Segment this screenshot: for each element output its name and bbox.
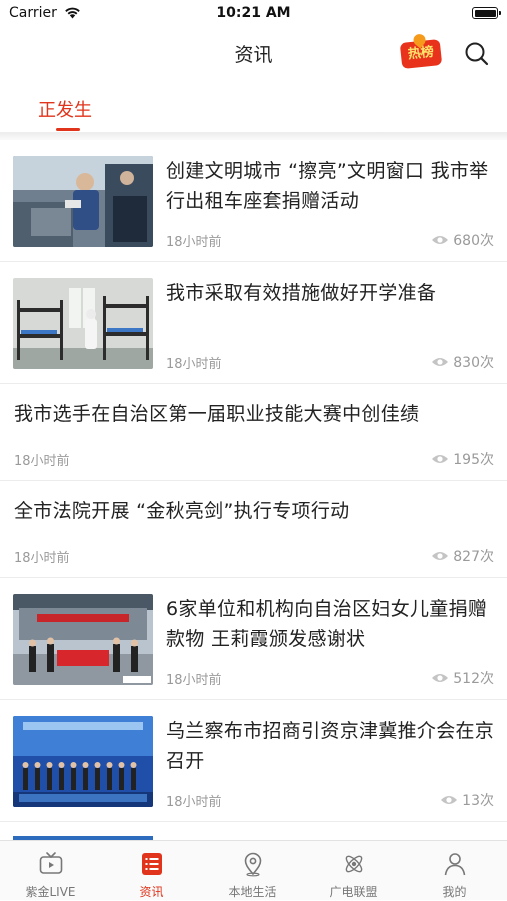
eye-icon (432, 455, 449, 463)
tab-indicator (56, 128, 80, 131)
status-time: 10:21 AM (216, 5, 291, 21)
news-title: 我市采取有效措施做好开学准备 (166, 282, 437, 304)
news-title: 创建文明城市 “擦亮”文明窗口 我市举行出租车座套捐赠活动 (166, 160, 489, 212)
news-time: 18小时前 (166, 673, 222, 688)
tab-label: 资讯 (139, 885, 164, 899)
news-item[interactable]: 乌兰察布市招商引资京津冀推介会在京召开 18小时前 13次 (0, 700, 507, 822)
tab-local-life[interactable]: 本地生活 (202, 841, 303, 901)
news-views-count: 830次 (453, 355, 494, 371)
news-title: 全市法院开展 “金秋亮剑”执行专项行动 (14, 500, 350, 522)
tab-label: 我的 (442, 885, 467, 899)
news-views: 512次 (431, 668, 494, 688)
tab-label: 广电联盟 (329, 885, 378, 899)
tab-zijin-live[interactable]: 紫金LIVE (0, 841, 101, 901)
tab-label: 本地生活 (228, 885, 277, 899)
news-time: 18小时前 (166, 235, 222, 250)
news-title: 我市选手在自治区第一届职业技能大赛中创佳绩 (14, 403, 420, 425)
bottom-tab-bar: 紫金LIVE 资讯 本地生活 广电联盟 我的 (0, 840, 507, 900)
tab-zhengfasheng[interactable]: 正发生 (38, 96, 92, 122)
news-views-count: 512次 (453, 671, 494, 687)
tab-broadcast-alliance[interactable]: 广电联盟 (303, 841, 404, 901)
news-thumbnail-taxi (13, 156, 153, 247)
news-item[interactable]: 创建文明城市 “擦亮”文明窗口 我市举行出租车座套捐赠活动 18小时前 680次 (0, 140, 507, 262)
news-title: 乌兰察布市招商引资京津冀推介会在京召开 (166, 720, 495, 772)
eye-icon (441, 796, 458, 804)
tab-news[interactable]: 资讯 (101, 841, 202, 901)
news-views-count: 680次 (453, 233, 494, 249)
location-pin-icon (244, 852, 262, 877)
news-views-count: 827次 (453, 549, 494, 565)
news-views: 830次 (431, 352, 494, 372)
search-icon[interactable] (463, 40, 491, 68)
news-item[interactable]: 6家单位和机构向自治区妇女儿童捐赠款物 王莉霞颁发感谢状 18小时前 512次 (0, 578, 507, 700)
atom-icon (345, 855, 363, 873)
news-item[interactable]: 我市采取有效措施做好开学准备 18小时前 830次 (0, 262, 507, 384)
hot-list-button[interactable]: 热榜 (399, 38, 443, 70)
news-time: 18小时前 (166, 795, 222, 810)
eye-icon (432, 674, 449, 682)
news-item[interactable]: 全市法院开展 “金秋亮剑”执行专项行动 18小时前 827次 (0, 481, 507, 578)
news-views: 680次 (431, 230, 494, 250)
eye-icon (432, 236, 449, 244)
news-thumbnail-dormitory (13, 278, 153, 369)
divider (0, 132, 507, 140)
tab-mine[interactable]: 我的 (404, 841, 505, 901)
status-bar: Carrier 10:21 AM (0, 0, 507, 28)
tab-label: 紫金LIVE (25, 885, 76, 899)
news-views: 195次 (431, 449, 494, 469)
news-time: 18小时前 (14, 551, 70, 566)
news-views: 13次 (440, 790, 494, 810)
nav-bar: 资讯 热榜 (0, 28, 507, 80)
tv-icon (39, 852, 63, 874)
news-list-icon (142, 853, 162, 875)
news-time: 18小时前 (14, 454, 70, 469)
news-views-count: 195次 (453, 452, 494, 468)
news-list: 创建文明城市 “擦亮”文明窗口 我市举行出租车座套捐赠活动 18小时前 680次 (0, 140, 507, 822)
news-thumbnail-donation (13, 594, 153, 685)
eye-icon (432, 358, 449, 366)
battery-icon (472, 7, 501, 19)
news-item[interactable]: 我市选手在自治区第一届职业技能大赛中创佳绩 18小时前 195次 (0, 384, 507, 481)
category-tabs: 正发生 (0, 80, 507, 132)
news-title: 6家单位和机构向自治区妇女儿童捐赠款物 王莉霞颁发感谢状 (166, 598, 488, 650)
news-views-count: 13次 (462, 793, 494, 809)
person-icon (444, 853, 466, 876)
news-thumbnail-conference (13, 716, 153, 807)
news-views: 827次 (431, 546, 494, 566)
news-time: 18小时前 (166, 357, 222, 372)
eye-icon (432, 552, 449, 560)
